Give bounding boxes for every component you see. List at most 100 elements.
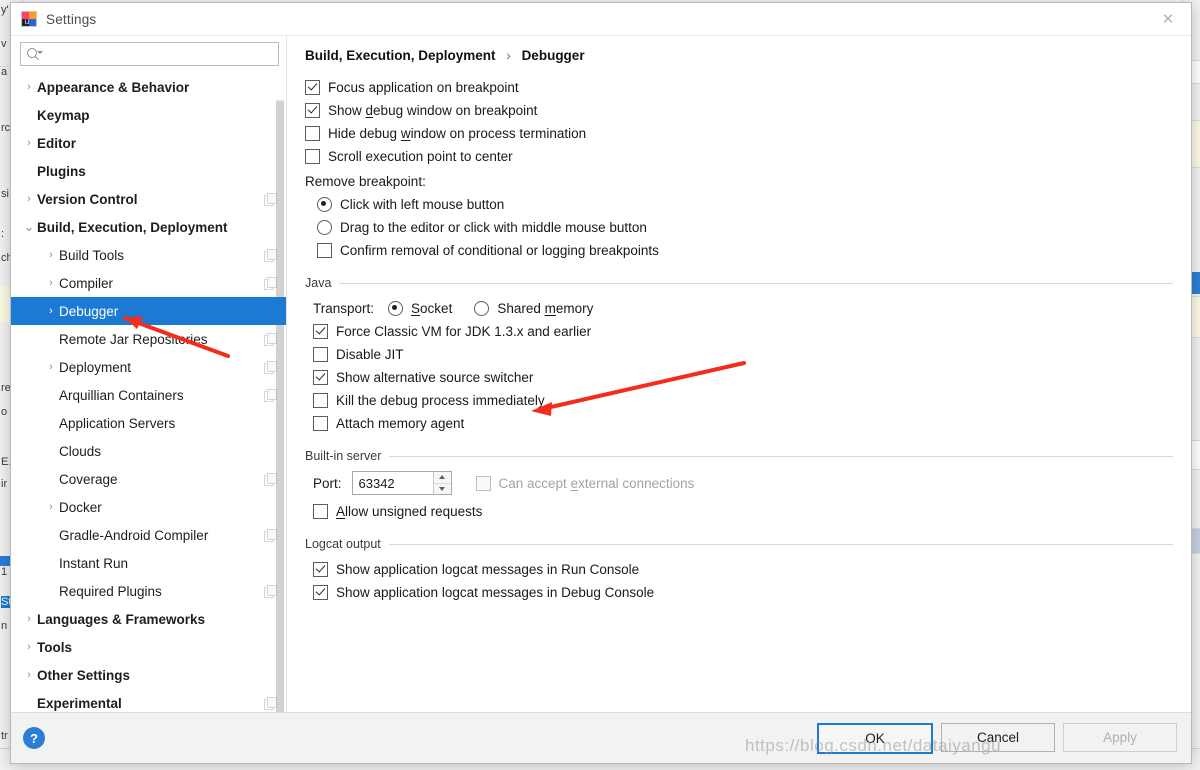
chevron-down-icon[interactable]: ⌄ [21, 219, 37, 235]
checkbox-attach-memory-agent[interactable] [313, 416, 328, 431]
sidebar-item-debugger[interactable]: › Debugger [11, 297, 287, 325]
checkbox-focus-application-on-breakpoint[interactable] [305, 80, 320, 95]
scroll-execution-point-to-center-option[interactable]: Scroll execution point to center [305, 145, 1173, 168]
checkbox-kill-the-debug-process-immediately[interactable] [313, 393, 328, 408]
radio-socket[interactable] [388, 301, 404, 316]
close-icon[interactable]: ✕ [1145, 3, 1191, 34]
radio-drag-to-the-editor-or-click-with-middle-mouse-bu[interactable] [317, 220, 332, 235]
breadcrumb-parent[interactable]: Build, Execution, Deployment [305, 48, 496, 63]
checkbox-confirm-removal-of-conditional-or-logging-breakp[interactable] [317, 243, 332, 258]
port-spinner[interactable] [351, 471, 452, 495]
port-row: Port: Can accept external connect [313, 470, 1173, 496]
remove-bp-option-drag-to-the-editor-or-click-with-middle-mouse-bu[interactable]: Drag to the editor or click with middle … [317, 216, 1173, 239]
chevron-right-icon[interactable]: › [21, 137, 37, 149]
project-level-settings-icon [264, 332, 277, 346]
search-input[interactable] [45, 46, 272, 62]
chevron-right-icon[interactable]: › [21, 193, 37, 205]
chevron-right-icon[interactable]: › [21, 613, 37, 625]
chevron-right-icon[interactable]: › [21, 81, 37, 93]
project-level-settings-icon [264, 584, 277, 598]
sidebar-item-build-tools[interactable]: › Build Tools [11, 241, 287, 269]
chevron-right-icon[interactable]: › [21, 669, 37, 681]
kill-the-debug-process-immediately-option[interactable]: Kill the debug process immediately [313, 389, 1173, 412]
sidebar-item-remote-jar-repositories[interactable]: Remote Jar Repositories [11, 325, 287, 353]
sidebar-item-label: Debugger [59, 303, 119, 319]
chevron-right-icon[interactable]: › [21, 641, 37, 653]
sidebar-item-gradle-android-compiler[interactable]: Gradle-Android Compiler [11, 521, 287, 549]
project-level-settings-icon [264, 696, 277, 710]
checkbox-scroll-execution-point-to-center[interactable] [305, 149, 320, 164]
sidebar-item-other-settings[interactable]: › Other Settings [11, 661, 287, 689]
checkbox-disable-jit[interactable] [313, 347, 328, 362]
sidebar-item-keymap[interactable]: Keymap [11, 101, 287, 129]
confirm-removal-of-conditional-or-logging-breakp-option[interactable]: Confirm removal of conditional or loggin… [317, 239, 1173, 262]
sidebar-item-appearance-behavior[interactable]: › Appearance & Behavior [11, 73, 287, 101]
group-rule [339, 282, 1173, 284]
checkbox-show-application-logcat-messages-in-run-console[interactable] [313, 562, 328, 577]
sidebar-item-required-plugins[interactable]: Required Plugins [11, 577, 287, 605]
checkbox-force-classic-vm-for-jdk-1-3-x-and-earlier[interactable] [313, 324, 328, 339]
checkbox-show-debug-window-on-breakpoint[interactable] [305, 103, 320, 118]
settings-tree[interactable]: › Appearance & Behavior Keymap › Editor Plu… [11, 71, 287, 712]
help-icon[interactable]: ? [23, 727, 45, 749]
hide-debug-window-on-process-termination-option[interactable]: Hide debug window on process termination [305, 122, 1173, 145]
show-application-logcat-messages-in-debug-consol-label: Show application logcat messages in Debu… [336, 585, 655, 600]
sidebar-item-clouds[interactable]: Clouds [11, 437, 287, 465]
sidebar-item-label: Compiler [59, 275, 114, 291]
chevron-right-icon[interactable]: › [43, 249, 59, 261]
transport-option-shared-memory[interactable]: Shared memory [474, 301, 593, 316]
force-classic-vm-for-jdk-1-3-x-and-earlier-option[interactable]: Force Classic VM for JDK 1.3.x and earli… [313, 320, 1173, 343]
chevron-right-icon[interactable]: › [43, 277, 59, 289]
focus-application-on-breakpoint-option[interactable]: Focus application on breakpoint [305, 76, 1173, 99]
port-input[interactable] [352, 472, 433, 494]
radio-click-with-left-mouse-button[interactable] [317, 197, 332, 212]
java-group-body: Transport: Socket Shared memory Force Cl… [305, 297, 1173, 435]
chevron-right-icon[interactable]: › [43, 361, 59, 373]
attach-memory-agent-option[interactable]: Attach memory agent [313, 412, 1173, 435]
sidebar-item-deployment[interactable]: › Deployment [11, 353, 287, 381]
sidebar-item-plugins[interactable]: Plugins [11, 157, 287, 185]
sidebar-item-docker[interactable]: › Docker [11, 493, 287, 521]
checkbox-show-alternative-source-switcher[interactable] [313, 370, 328, 385]
sidebar-item-compiler[interactable]: › Compiler [11, 269, 287, 297]
sidebar-item-version-control[interactable]: › Version Control [11, 185, 287, 213]
transport-option-socket[interactable]: Socket [388, 301, 452, 316]
checkbox-hide-debug-window-on-process-termination[interactable] [305, 126, 320, 141]
sidebar-item-coverage[interactable]: Coverage [11, 465, 287, 493]
disable-jit-option[interactable]: Disable JIT [313, 343, 1173, 366]
search-box[interactable] [20, 42, 279, 66]
show-debug-window-on-breakpoint-option[interactable]: Show debug window on breakpoint [305, 99, 1173, 122]
chevron-right-icon[interactable]: › [43, 501, 59, 513]
sidebar-item-instant-run[interactable]: Instant Run [11, 549, 287, 577]
sidebar-item-tools[interactable]: › Tools [11, 633, 287, 661]
allow-unsigned-requests-option[interactable]: Allow unsigned requests [313, 500, 1173, 523]
sidebar-item-application-servers[interactable]: Application Servers [11, 409, 287, 437]
port-spinner-buttons[interactable] [432, 472, 451, 494]
show-application-logcat-messages-in-debug-consol-option[interactable]: Show application logcat messages in Debu… [313, 581, 1173, 604]
radio-shared-memory[interactable] [474, 301, 490, 316]
show-application-logcat-messages-in-run-console-option[interactable]: Show application logcat messages in Run … [313, 558, 1173, 581]
java-group: Java Transport: Socket Shared memory For… [305, 276, 1173, 435]
sidebar-item-experimental[interactable]: Experimental [11, 689, 287, 712]
chevron-right-icon[interactable]: › [43, 305, 59, 317]
checkbox-show-application-logcat-messages-in-debug-consol[interactable] [313, 585, 328, 600]
sidebar-item-build-execution-deployment[interactable]: ⌄ Build, Execution, Deployment [11, 213, 287, 241]
spinner-up-icon[interactable] [433, 472, 451, 483]
spinner-down-icon[interactable] [433, 482, 451, 494]
breadcrumb-current: Debugger [521, 48, 585, 63]
sidebar-item-arquillian-containers[interactable]: Arquillian Containers [11, 381, 287, 409]
checkbox-allow-unsigned-requests[interactable] [313, 504, 328, 519]
project-level-settings-icon [264, 248, 277, 262]
show-alternative-source-switcher-option[interactable]: Show alternative source switcher [313, 366, 1173, 389]
dialog-body: › Appearance & Behavior Keymap › Editor Plu… [11, 36, 1191, 712]
sidebar-item-languages-frameworks[interactable]: › Languages & Frameworks [11, 605, 287, 633]
group-rule [389, 455, 1173, 457]
remove-bp-option-click-with-left-mouse-button[interactable]: Click with left mouse button [317, 193, 1173, 216]
sidebar-item-label: Docker [59, 499, 102, 515]
sidebar-item-editor[interactable]: › Editor [11, 129, 287, 157]
